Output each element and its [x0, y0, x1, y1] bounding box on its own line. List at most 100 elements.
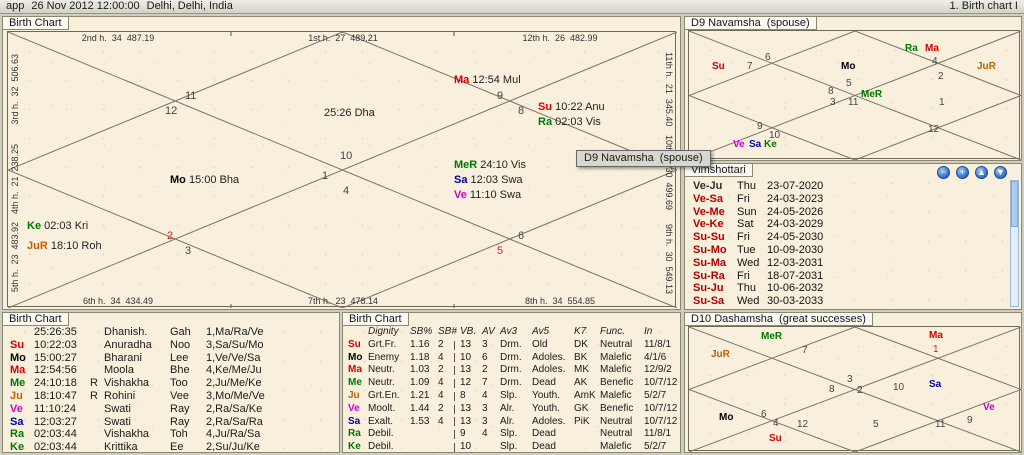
- planet-abbr: Su: [10, 338, 25, 351]
- down-arrow-button[interactable]: ▼: [994, 166, 1007, 179]
- nakshatra: Rohini: [104, 389, 136, 402]
- planet-longitude: 15:00:27: [34, 351, 77, 364]
- house-cusp-label: 5th h. 23 483.92: [10, 222, 20, 293]
- dasha-row[interactable]: Su-Ma Wed 12-03-2031: [687, 257, 1008, 270]
- birth-data-summary: app 26 Nov 2012 12:00:00 Delhi, Delhi, I…: [6, 0, 233, 13]
- table-row: Me Neutr. 1.09 4 12 7 Drm. Dead AK Benef…: [343, 377, 680, 390]
- karaka: BK: [574, 351, 588, 363]
- name-syllable: Lee: [170, 351, 189, 364]
- shadbala-percent: 1.03: [410, 364, 430, 376]
- shadbala-percent: 1.53: [410, 415, 430, 427]
- house-number: 10: [340, 150, 353, 162]
- column-header: Av5: [532, 326, 550, 337]
- planet-longitude: 12:03:27: [34, 415, 77, 428]
- planet-abbr: Ma: [348, 364, 362, 376]
- dasha-row[interactable]: Ve-Sa Fri 24-03-2023: [687, 193, 1008, 206]
- d9-chart[interactable]: 7 6 4 2 5 8 11 3 1 12 9 10 Su Mo Ra Ma J…: [688, 30, 1021, 160]
- house-cusp-label: 12th h. 26 482.99: [522, 33, 598, 43]
- planet-abbr: JuR: [711, 349, 730, 360]
- planet-abbr: Ve: [983, 402, 995, 413]
- planet-label: Mo 15:00 Bha: [170, 174, 239, 186]
- name-syllable: Gah: [170, 326, 191, 338]
- planet-abbr: Sa: [749, 139, 762, 150]
- planet-abbr: Su: [348, 338, 361, 350]
- planet-label: MeR: [761, 331, 782, 342]
- planet-abbr: Ke: [10, 441, 25, 454]
- dasha-period: Su-Sa: [693, 295, 725, 308]
- dignity-value: Neutr.: [368, 364, 395, 376]
- planet-label: Ke: [764, 139, 777, 150]
- name-syllable: Noo: [170, 338, 191, 351]
- panel-title: D9 Navamsha (spouse): [684, 16, 817, 30]
- collapse-button[interactable]: −: [937, 166, 950, 179]
- dasha-row[interactable]: Su-Ju Thu 10-06-2032: [687, 282, 1008, 295]
- planet-abbr: Ma: [454, 74, 470, 86]
- table-row: 25:26:35 Dhanish. Gah 1,Ma/Ra/Ve: [3, 326, 339, 339]
- ashtakavarga-points: 4: [482, 389, 488, 401]
- dasha-start-date: 18-07-2031: [767, 269, 824, 282]
- house-cusp-label: 1st h. 27 489.21: [308, 33, 378, 43]
- column-header: Dignity: [368, 326, 399, 337]
- house-cusp-label: 9th h. 30 549.13: [664, 224, 674, 295]
- dasha-list: Ve-Ju Thu 23-07-2020 Ve-Sa Fri 24-03-202…: [687, 180, 1008, 307]
- planet-label: JuR: [711, 349, 730, 360]
- house-indices: 5/2/7: [644, 441, 667, 453]
- retrograde-flag: [90, 441, 104, 454]
- avastha-5: Adoles.: [532, 351, 566, 363]
- planet-label: Ra: [905, 43, 918, 54]
- north-indian-chart[interactable]: 2nd h. 34 487.19 1st h. 27 489.21 12th h. …: [7, 31, 677, 308]
- dasha-row[interactable]: Su-Ra Fri 18-07-2031: [687, 270, 1008, 283]
- functional-nature: Malefic: [600, 389, 632, 401]
- karaka: GK: [574, 402, 589, 414]
- panel-title: Birth Chart: [2, 16, 69, 30]
- planet-abbr: Sa: [454, 174, 468, 186]
- dignity-value: Exalt.: [368, 415, 394, 427]
- panel-title: Birth Chart: [2, 312, 69, 326]
- shadbala-percent: 1.21: [410, 389, 430, 401]
- dasha-row[interactable]: Ve-Ke Sat 24-03-2029: [687, 218, 1008, 231]
- planet-label: MeR: [861, 89, 882, 100]
- planet-abbr: Ma: [10, 364, 26, 377]
- vimsopaka-bala: 13: [460, 402, 472, 414]
- dasha-row[interactable]: Su-Su Fri 24-05-2030: [687, 231, 1008, 244]
- retrograde-flag: R: [90, 377, 98, 390]
- table-row: Mo Enemy 1.18 4 10 6 Drm. Adoles. BK Mal…: [343, 352, 680, 365]
- house-number: 6: [518, 230, 525, 242]
- column-header: In: [644, 326, 653, 337]
- scrollbar[interactable]: [1010, 180, 1019, 307]
- house-indices: 10/7/12: [644, 402, 678, 414]
- scrollbar-thumb[interactable]: [1011, 181, 1018, 227]
- house-cusp-label: 11th h. 21 345.40: [664, 52, 674, 127]
- planet-abbr: Ve: [733, 139, 745, 150]
- planet-abbr: Ve: [10, 402, 23, 415]
- dasha-weekday: Sun: [737, 205, 757, 218]
- dasha-row[interactable]: Ve-Me Sun 24-05-2026: [687, 206, 1008, 219]
- column-header: SB%: [410, 326, 433, 337]
- house-number: 5: [873, 419, 879, 430]
- house-cusp-label: 8th h. 34 554.85: [524, 296, 596, 306]
- house-number: 6: [761, 409, 767, 420]
- dasha-row[interactable]: Ve-Ju Thu 23-07-2020: [687, 180, 1008, 193]
- house-number: 5: [846, 78, 852, 89]
- planet-abbr: Ke: [764, 139, 777, 150]
- d10-chart[interactable]: 7 1 3 8 2 10 64 12 5 11 9 MeR Ma JuR Sa: [688, 326, 1021, 452]
- planet-label: JuR: [977, 61, 996, 72]
- dasha-row[interactable]: Su-Sa Wed 30-03-2033: [687, 295, 1008, 308]
- shadbala-rank: 2: [438, 364, 444, 376]
- avastha-5: Adoles.: [532, 364, 566, 376]
- planet-abbr: Ra: [905, 43, 918, 54]
- nakshatra: Krittika: [104, 441, 138, 454]
- vimsopaka-bala: 12: [460, 377, 472, 389]
- planet-abbr: Me: [10, 377, 26, 390]
- expand-button[interactable]: +: [956, 166, 969, 179]
- up-arrow-button[interactable]: ▲: [975, 166, 988, 179]
- house-number: 3: [847, 374, 853, 385]
- dasha-row[interactable]: Su-Mo Tue 10-09-2030: [687, 244, 1008, 257]
- planet-label: Sa 12:03 Swa: [454, 174, 523, 186]
- table-row: Sa 12:03:27 Swati Ray 2,Ra/Sa/Ra: [3, 416, 339, 429]
- house-number: 4: [773, 418, 779, 429]
- table-row: Ma Neutr. 1.03 2 13 2 Drm. Adoles. MK Ma…: [343, 364, 680, 377]
- planet-abbr: Ma: [929, 330, 943, 341]
- house-cusp-label: 10th h. 30 499.69: [664, 135, 674, 211]
- house-indices: 10/7/12: [644, 415, 678, 427]
